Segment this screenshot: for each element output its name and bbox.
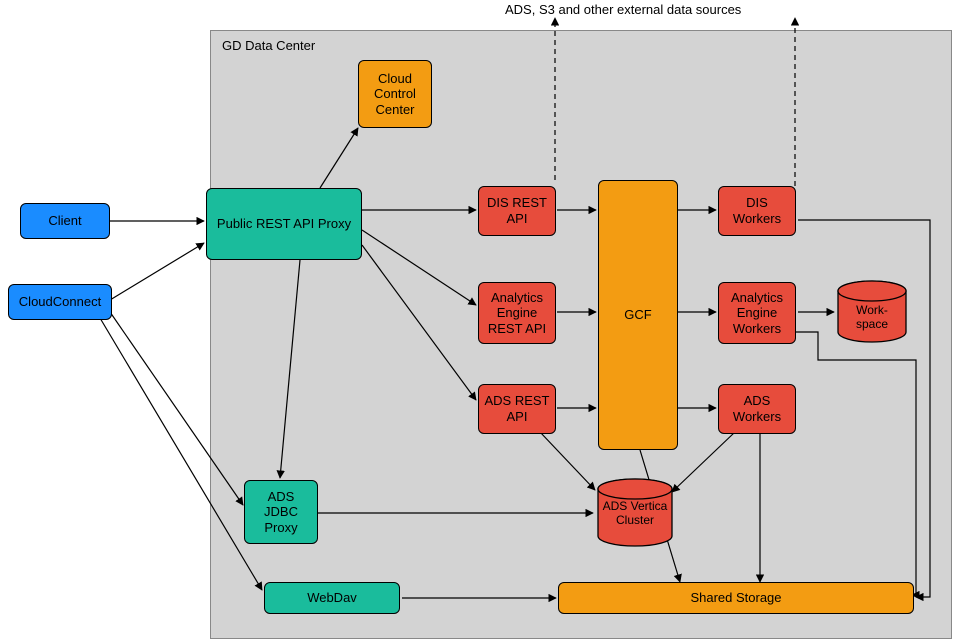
ads-rest-label: ADS REST API <box>483 393 551 424</box>
dis-rest-node: DIS REST API <box>478 186 556 236</box>
ads-vertica-cylinder: ADS Vertica Cluster <box>596 478 674 548</box>
cloudconnect-node: CloudConnect <box>8 284 112 320</box>
webdav-label: WebDav <box>307 590 357 606</box>
ae-workers-node: Analytics Engine Workers <box>718 282 796 344</box>
external-sources-label: ADS, S3 and other external data sources <box>505 2 741 17</box>
datacenter-label: GD Data Center <box>222 38 315 53</box>
dis-workers-label: DIS Workers <box>723 195 791 226</box>
ads-workers-label: ADS Workers <box>723 393 791 424</box>
ads-rest-node: ADS REST API <box>478 384 556 434</box>
ads-jdbc-node: ADS JDBC Proxy <box>244 480 318 544</box>
client-node: Client <box>20 203 110 239</box>
ae-workers-label: Analytics Engine Workers <box>723 290 791 337</box>
dis-rest-label: DIS REST API <box>483 195 551 226</box>
public-api-label: Public REST API Proxy <box>217 216 351 232</box>
workspace-cylinder: Work- space <box>836 280 908 344</box>
ads-jdbc-label: ADS JDBC Proxy <box>249 489 313 536</box>
ads-workers-node: ADS Workers <box>718 384 796 434</box>
ae-rest-node: Analytics Engine REST API <box>478 282 556 344</box>
gcf-node: GCF <box>598 180 678 450</box>
webdav-node: WebDav <box>264 582 400 614</box>
public-api-node: Public REST API Proxy <box>206 188 362 260</box>
dis-workers-node: DIS Workers <box>718 186 796 236</box>
cloud-control-node: Cloud Control Center <box>358 60 432 128</box>
cloud-control-label: Cloud Control Center <box>363 71 427 118</box>
shared-storage-node: Shared Storage <box>558 582 914 614</box>
workspace-label: Work- space <box>836 304 908 332</box>
client-label: Client <box>48 213 81 229</box>
ads-vertica-label: ADS Vertica Cluster <box>596 500 674 528</box>
gcf-label: GCF <box>624 307 651 323</box>
shared-storage-label: Shared Storage <box>690 590 781 606</box>
ae-rest-label: Analytics Engine REST API <box>483 290 551 337</box>
cloudconnect-label: CloudConnect <box>19 294 101 310</box>
